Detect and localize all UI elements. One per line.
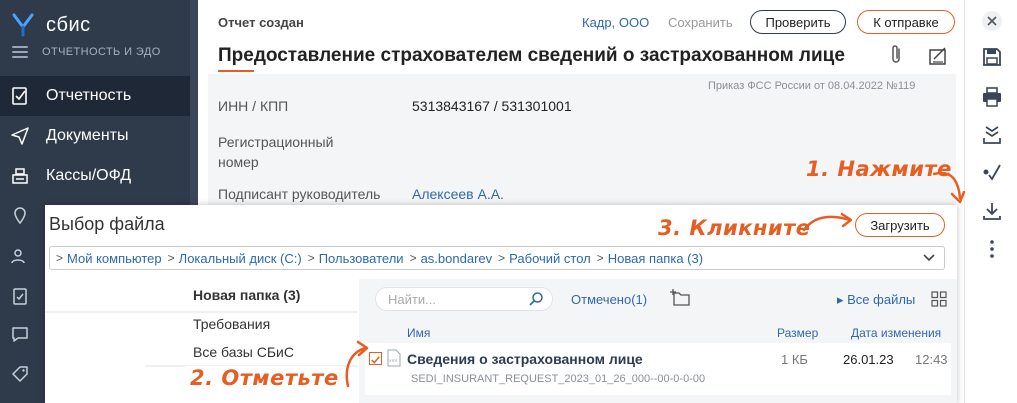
sidebar-item-documents[interactable]: Документы [0, 116, 190, 156]
breadcrumb-item[interactable]: > Рабочий стол [498, 251, 597, 266]
marked-count[interactable]: Отмечено(1) [571, 292, 647, 307]
chat-icon[interactable] [10, 324, 30, 344]
xml-file-icon: xml [387, 349, 401, 367]
right-toolbar [964, 0, 1017, 403]
more-icon[interactable] [981, 238, 1003, 260]
logo[interactable]: сбис [12, 10, 91, 40]
divider [45, 311, 358, 313]
save-button[interactable]: Сохранить [668, 15, 733, 30]
file-filename: SEDI_INSURANT_REQUEST_2023_01_26_000--00… [411, 373, 706, 385]
svg-text:xml: xml [389, 358, 397, 364]
signer-value[interactable]: Алексеев А.А. [412, 186, 504, 202]
order-reference: Приказ ФСС России от 08.04.2022 №119 [708, 80, 916, 92]
file-size: 1 КБ [781, 352, 808, 367]
save-icon[interactable] [981, 46, 1003, 68]
company-link[interactable]: Кадр, ООО [582, 15, 649, 30]
report-icon [10, 86, 30, 106]
breadcrumb-item[interactable]: > Новая папка (3) [597, 251, 709, 266]
sidebar-item-label: Отчетность [46, 87, 132, 104]
grid-view-icon[interactable] [931, 291, 947, 307]
all-files-filter[interactable]: ▸ Все файлы [837, 292, 915, 308]
annotation-arrow-1 [932, 171, 966, 204]
sbis-logo-icon [12, 13, 34, 37]
download-icon[interactable] [981, 200, 1003, 222]
file-title[interactable]: Сведения о застрахованном лице [407, 351, 643, 367]
table-row[interactable]: xml Сведения о застрахованном лице SEDI_… [365, 343, 951, 395]
send-button[interactable]: К отправке [857, 10, 955, 34]
close-icon[interactable] [981, 10, 1003, 32]
folder-item-new-folder-3[interactable]: Новая папка (3) [193, 287, 300, 303]
cash-register-icon [10, 166, 30, 186]
app-subtitle-row: ОТЧЕТНОСТЬ И ЭДО [12, 46, 161, 58]
menu-icon[interactable] [12, 46, 28, 58]
column-header-date[interactable]: Дата изменения [851, 326, 941, 340]
file-date: 26.01.23 [843, 352, 894, 367]
breadcrumb-item[interactable]: > Пользователи [308, 251, 410, 266]
search-placeholder: Найти... [388, 291, 436, 307]
paperclip-icon[interactable] [888, 44, 904, 66]
report-status: Отчет создан [218, 15, 304, 30]
check-button[interactable]: Проверить [750, 10, 846, 34]
folder-add-icon[interactable] [669, 288, 693, 308]
download-tray-icon[interactable] [981, 124, 1003, 146]
tag-icon[interactable] [10, 364, 30, 384]
sidebar-item-label: Документы [46, 127, 129, 144]
chevron-down-icon[interactable] [922, 251, 936, 265]
logo-text: сбис [46, 13, 91, 36]
people-icon[interactable] [10, 246, 30, 266]
send-icon [10, 126, 30, 146]
annotation-step-2: 2. Отметьте [186, 366, 343, 390]
folder-item-all-bases[interactable]: Все базы СБиС [193, 344, 294, 360]
sidebar-item-label: Кассы/ОФД [46, 167, 132, 184]
search-icon[interactable] [528, 291, 544, 307]
app-subtitle: ОТЧЕТНОСТЬ И ЭДО [42, 46, 161, 58]
print-icon[interactable] [981, 86, 1003, 108]
sidebar-item-reports[interactable]: Отчетность [0, 76, 190, 116]
reg-number-label-line2: номер [218, 154, 259, 170]
upload-button[interactable]: Загрузить [855, 213, 945, 237]
clipboard-icon[interactable] [10, 286, 30, 306]
inn-kpp-label: ИНН / КПП [218, 98, 289, 114]
breadcrumb-item[interactable]: > as.bondarev [410, 251, 499, 266]
sidebar-item-cash-registers[interactable]: Кассы/ОФД [0, 156, 190, 196]
breadcrumb: > Мой компьютер > Локальный диск (C:) > Пол… [49, 246, 945, 270]
file-list-panel: Найти... Отмечено(1) ▸ Все файлы Имя Раз… [359, 279, 957, 403]
inn-kpp-value[interactable]: 5313843167 / 531301001 [412, 98, 572, 114]
annotation-step-3: 3. Кликните [658, 216, 811, 240]
document-title: Предоставление страхователем сведений о … [218, 45, 845, 66]
check-signature-icon[interactable] [981, 161, 1003, 183]
folder-item-requirements[interactable]: Требования [193, 316, 270, 332]
dialog-title: Выбор файла [49, 214, 165, 234]
title-accent-line [218, 70, 254, 72]
sign-icon[interactable] [928, 45, 950, 67]
column-header-size[interactable]: Размер [777, 326, 818, 340]
column-header-name[interactable]: Имя [407, 326, 430, 340]
annotation-arrow-2 [345, 340, 369, 388]
signer-label: Подписант руководитель [218, 186, 381, 202]
annotation-arrow-3 [802, 212, 853, 232]
reg-number-label-line1: Регистрационный [218, 134, 334, 150]
search-input[interactable]: Найти... [375, 287, 553, 311]
all-files-label: Все файлы [847, 292, 916, 307]
breadcrumb-item[interactable]: > Локальный диск (C:) [168, 251, 308, 266]
breadcrumb-item[interactable]: > Мой компьютер [56, 251, 168, 266]
map-pin-icon[interactable] [10, 206, 30, 226]
file-picker-dialog: Выбор файла Загрузить > Мой компьютер > Ло… [45, 205, 957, 403]
file-time: 12:43 [915, 352, 948, 367]
